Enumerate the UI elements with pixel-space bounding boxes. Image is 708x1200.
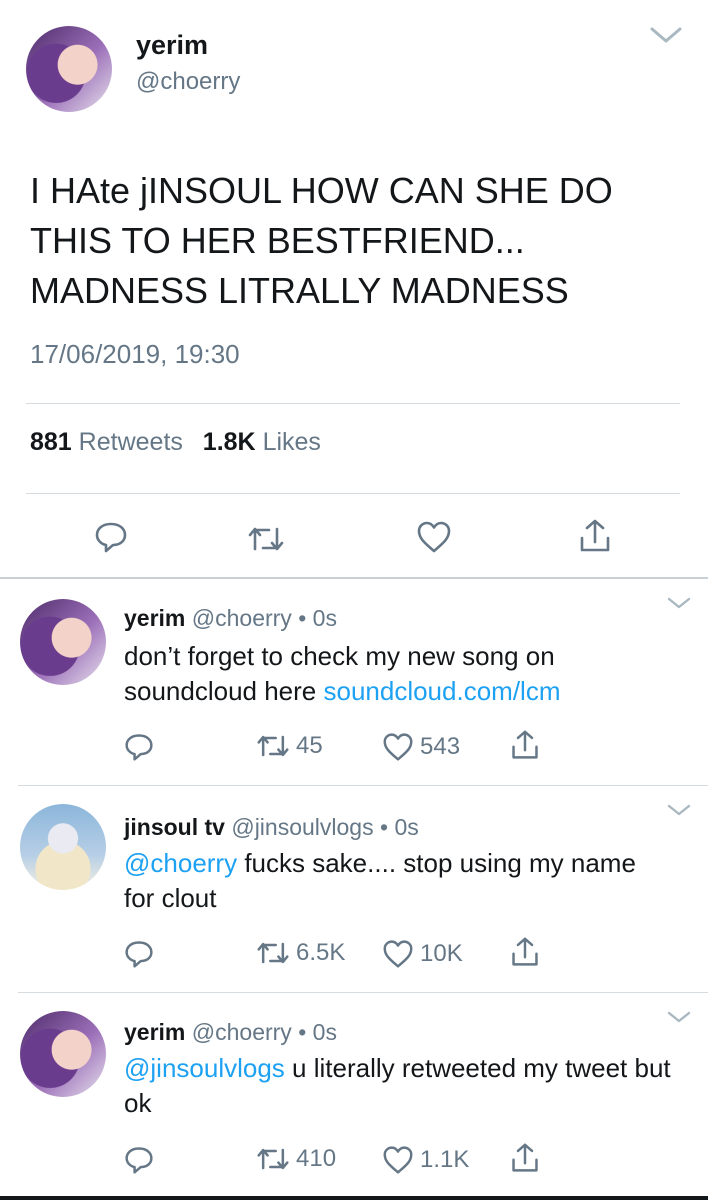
retweet-icon bbox=[248, 527, 284, 551]
like-button[interactable]: 1.1K bbox=[382, 1145, 469, 1175]
divider bbox=[26, 493, 680, 494]
retweet-count: 6.5K bbox=[296, 939, 346, 966]
retweets-count[interactable]: 881 bbox=[30, 428, 72, 456]
retweet-button[interactable] bbox=[247, 524, 285, 554]
handle[interactable]: @choerry bbox=[192, 605, 292, 631]
tweet-header: jinsoul tv @jinsoulvlogs • 0s bbox=[124, 814, 419, 841]
display-name[interactable]: jinsoul tv bbox=[124, 814, 225, 840]
separator-dot: • bbox=[298, 605, 307, 631]
tweet-text: don’t forget to check my new song on sou… bbox=[124, 639, 664, 709]
like-button[interactable] bbox=[416, 520, 452, 554]
like-button[interactable]: 10K bbox=[382, 939, 463, 969]
chevron-down-icon[interactable] bbox=[666, 595, 692, 611]
share-icon bbox=[512, 730, 538, 759]
retweet-button[interactable]: 6.5K bbox=[256, 939, 345, 967]
chevron-down-icon[interactable] bbox=[648, 24, 684, 46]
likes-label[interactable]: Likes bbox=[263, 428, 321, 456]
share-button[interactable] bbox=[578, 518, 612, 554]
share-icon bbox=[512, 1143, 538, 1172]
reply-icon bbox=[125, 1147, 153, 1174]
likes-count[interactable]: 1.8K bbox=[203, 428, 256, 456]
chevron-down-icon[interactable] bbox=[666, 1009, 692, 1025]
share-button[interactable] bbox=[510, 729, 540, 761]
divider bbox=[0, 1196, 708, 1200]
reply-icon bbox=[125, 941, 153, 968]
retweets-label[interactable]: Retweets bbox=[79, 428, 183, 456]
timestamp[interactable]: 17/06/2019, 19:30 bbox=[30, 339, 240, 370]
retweet-count: 45 bbox=[296, 732, 323, 759]
like-count: 543 bbox=[420, 733, 461, 760]
display-name[interactable]: yerim bbox=[136, 30, 208, 61]
chevron-down-icon[interactable] bbox=[666, 802, 692, 818]
like-icon bbox=[383, 1146, 413, 1174]
divider bbox=[26, 403, 680, 404]
reply-tweet[interactable]: yerim @choerry • 0s @jinsoulvlogs u lite… bbox=[0, 993, 708, 1200]
display-name[interactable]: yerim bbox=[124, 605, 185, 631]
retweet-button[interactable]: 45 bbox=[256, 732, 323, 760]
tweet-text: I HAte jINSOUL HOW CAN SHE DO THIS TO HE… bbox=[30, 170, 613, 311]
tweet-text: @jinsoulvlogs u literally retweeted my t… bbox=[124, 1051, 684, 1121]
avatar[interactable] bbox=[20, 1011, 106, 1097]
reply-icon bbox=[125, 734, 153, 761]
retweet-icon bbox=[257, 942, 289, 964]
avatar[interactable] bbox=[26, 26, 112, 112]
like-count: 10K bbox=[420, 940, 463, 967]
like-icon bbox=[383, 940, 413, 968]
mention-link[interactable]: @jinsoulvlogs bbox=[124, 1053, 285, 1083]
retweet-icon bbox=[257, 1148, 289, 1170]
handle[interactable]: @choerry bbox=[136, 68, 240, 96]
share-icon bbox=[512, 937, 538, 966]
display-name[interactable]: yerim bbox=[124, 1019, 185, 1045]
share-button[interactable] bbox=[510, 1142, 540, 1174]
retweet-button[interactable]: 410 bbox=[256, 1145, 336, 1173]
like-icon bbox=[417, 521, 451, 553]
mention-link[interactable]: @choerry bbox=[124, 848, 237, 878]
relative-time[interactable]: 0s bbox=[394, 814, 418, 840]
reply-tweet[interactable]: jinsoul tv @jinsoulvlogs • 0s @choerry f… bbox=[0, 786, 708, 991]
share-button[interactable] bbox=[510, 936, 540, 968]
share-icon bbox=[580, 519, 610, 552]
separator-dot: • bbox=[298, 1019, 307, 1045]
handle[interactable]: @jinsoulvlogs bbox=[231, 814, 373, 840]
like-count: 1.1K bbox=[420, 1146, 470, 1173]
tweet-header: yerim @choerry • 0s bbox=[124, 1019, 337, 1046]
reply-button[interactable] bbox=[94, 520, 128, 554]
like-icon bbox=[383, 733, 413, 761]
avatar[interactable] bbox=[20, 599, 106, 685]
reply-button[interactable] bbox=[124, 732, 154, 762]
tweet-text: @choerry fucks sake.... stop using my na… bbox=[124, 846, 644, 916]
engagement-stats: 881 Retweets 1.8K Likes bbox=[30, 428, 321, 457]
reply-tweet[interactable]: yerim @choerry • 0s don’t forget to chec… bbox=[0, 579, 708, 784]
separator-dot: • bbox=[379, 814, 389, 840]
reply-icon bbox=[95, 522, 127, 553]
retweet-count: 410 bbox=[296, 1145, 337, 1172]
relative-time[interactable]: 0s bbox=[313, 605, 337, 631]
reply-button[interactable] bbox=[124, 1145, 154, 1175]
retweet-icon bbox=[257, 735, 289, 757]
tweet-header: yerim @choerry • 0s bbox=[124, 605, 337, 632]
like-button[interactable]: 543 bbox=[382, 732, 460, 762]
handle[interactable]: @choerry bbox=[192, 1019, 292, 1045]
reply-button[interactable] bbox=[124, 939, 154, 969]
avatar[interactable] bbox=[20, 804, 106, 890]
relative-time[interactable]: 0s bbox=[313, 1019, 337, 1045]
soundcloud-link[interactable]: soundcloud.com/lcm bbox=[323, 676, 560, 706]
